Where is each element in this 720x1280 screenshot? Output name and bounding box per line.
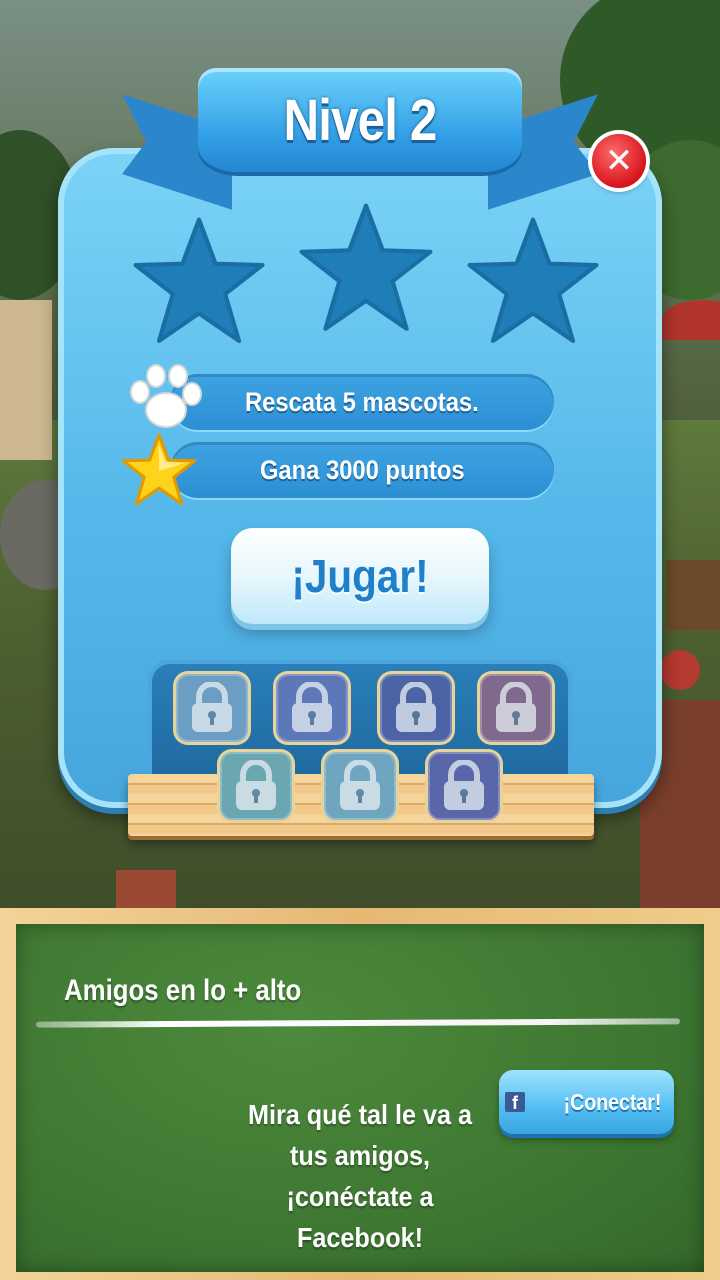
star-slot-3 [464, 214, 602, 352]
empty-star-icon [133, 217, 265, 344]
goal-text: Gana 3000 puntos [259, 454, 465, 485]
level-title: Nivel 2 [283, 87, 438, 153]
booster-slot-6[interactable] [324, 752, 396, 820]
lock-icon [236, 760, 276, 810]
star-slot-1 [130, 214, 268, 352]
level-title-ribbon: Nivel 2 [198, 68, 522, 172]
lock-icon [340, 760, 380, 810]
booster-slot-3[interactable] [380, 674, 452, 742]
close-icon: ✕ [604, 141, 634, 181]
goal-earn-points: Gana 3000 puntos [170, 442, 554, 498]
goal-rescue-pets: Rescata 5 mascotas. [170, 374, 554, 430]
booster-slot-5[interactable] [220, 752, 292, 820]
lock-icon [192, 682, 232, 732]
paw-icon [126, 362, 204, 438]
connect-message: Mira qué tal le va a tus amigos, ¡conéct… [247, 1099, 473, 1253]
lock-icon [396, 682, 436, 732]
lock-icon [496, 682, 536, 732]
close-button[interactable]: ✕ [592, 134, 646, 188]
empty-star-icon [467, 217, 599, 344]
facebook-icon: f [505, 1092, 525, 1112]
booster-slot-4[interactable] [480, 674, 552, 742]
empty-star-icon [299, 203, 433, 331]
facebook-connect-button[interactable]: f ¡Conectar! [499, 1070, 674, 1134]
booster-slot-1[interactable] [176, 674, 248, 742]
play-button-label: ¡Jugar! [291, 550, 429, 602]
star-slot-2 [296, 200, 436, 340]
gold-star-icon [120, 432, 198, 514]
connect-button-label: ¡Conectar! [563, 1088, 662, 1115]
goal-text: Rescata 5 mascotas. [245, 386, 479, 417]
booster-slot-7[interactable] [428, 752, 500, 820]
play-button[interactable]: ¡Jugar! [231, 528, 489, 624]
lock-icon [292, 682, 332, 732]
booster-slot-2[interactable] [276, 674, 348, 742]
lock-icon [444, 760, 484, 810]
friends-board-title: Amigos en lo + alto [64, 974, 302, 1007]
